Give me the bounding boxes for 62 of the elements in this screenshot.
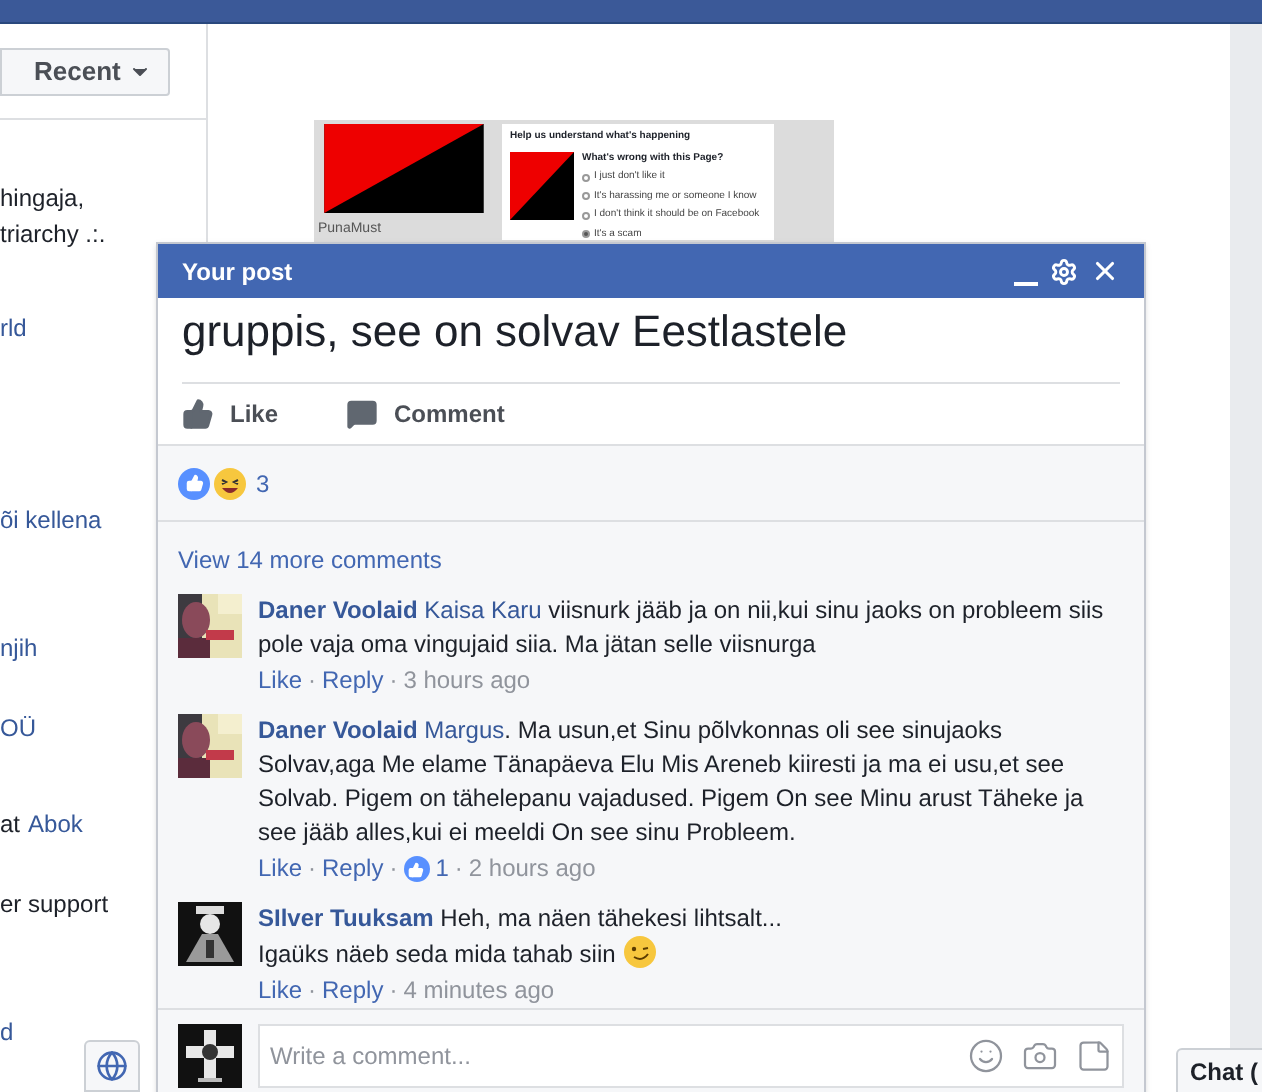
separator-dot: · [389, 664, 398, 698]
separator-dot: · [308, 664, 317, 698]
separator-dot: · [389, 852, 398, 886]
separator-dot: · [389, 974, 398, 1008]
comment-action-link[interactable]: Reply [322, 852, 384, 886]
author-link[interactable]: Daner Voolaid [258, 716, 418, 744]
radio-button[interactable] [582, 173, 590, 182]
settings-button[interactable] [1050, 257, 1078, 285]
profile-link[interactable]: OÜ [0, 710, 36, 746]
comment-action-link[interactable]: Like [258, 974, 303, 1008]
profile-link[interactable]: Abok [28, 806, 83, 842]
like-reaction-icon [403, 856, 430, 882]
profile-link[interactable]: njih [0, 630, 38, 666]
profile-link[interactable]: d [0, 1014, 14, 1050]
comment-time: 4 minutes ago [403, 974, 555, 1008]
comment-field[interactable]: Write a comment... [258, 1024, 1124, 1088]
profile-link[interactable]: rld [0, 310, 27, 346]
globe-button[interactable] [84, 1040, 140, 1092]
emoji-icon[interactable] [968, 1038, 1004, 1074]
speech-bubble-icon [346, 398, 379, 430]
mention-link[interactable]: Kaisa Karu [424, 596, 542, 624]
chat-button[interactable]: Chat ( [1176, 1048, 1262, 1092]
sort-dropdown[interactable]: Recent [0, 47, 171, 95]
close-button[interactable] [1090, 256, 1120, 286]
view-more-comments-link[interactable]: View 14 more comments [178, 542, 442, 578]
post-action-button[interactable]: Like [182, 396, 279, 432]
close-icon [1090, 256, 1120, 286]
radio-button[interactable] [582, 211, 590, 220]
comment-action-link[interactable]: Like [258, 852, 303, 886]
settings-icon [1050, 257, 1078, 285]
comment-time: 2 hours ago [468, 852, 596, 886]
separator-dot: · [454, 852, 463, 886]
comment-action-link[interactable]: Reply [322, 664, 384, 698]
radio-button[interactable] [582, 192, 590, 201]
separator-dot: · [308, 852, 317, 886]
like-reaction-icon [178, 467, 210, 499]
laughing-emoji-icon [214, 467, 246, 499]
comment-text: Daner Voolaid Kaisa Karu viisnurk jääb ja on nii,kui sinu jaoks on probleem siis pole vaja oma vingujaid siia. Ma jätan selle viisnurga [258, 594, 1106, 662]
separator-dot: · [308, 974, 317, 1008]
post-text: gruppis, see on solvav Eestlastele [182, 298, 1120, 384]
comment-text: SIlver Tuuksam Heh, ma näen tähekesi lihtsalt... Igaüks näeb seda mida tahab siin [258, 902, 784, 972]
snippet-text: hingaja, [0, 182, 85, 216]
camera-icon[interactable] [1022, 1038, 1058, 1074]
globe-icon [96, 1050, 128, 1082]
sticker-icon[interactable] [1076, 1038, 1112, 1074]
comment-action-link[interactable]: Like [258, 664, 303, 698]
radio-button[interactable] [582, 230, 590, 239]
reaction-count[interactable]: 3 [256, 465, 270, 501]
window-title: Your post [182, 255, 293, 289]
profile-link[interactable]: õi kellena [0, 502, 102, 538]
post-action-button[interactable]: Comment [346, 396, 505, 432]
snippet-text: er support [0, 888, 109, 922]
thumbs-up-icon [182, 398, 214, 430]
mention-link[interactable]: Margus [424, 716, 505, 744]
author-link[interactable]: Daner Voolaid [258, 596, 418, 624]
comment-time: 3 hours ago [403, 664, 531, 698]
comment-action-link[interactable]: Reply [322, 974, 384, 1008]
snippet-text: at [0, 808, 21, 842]
author-link[interactable]: SIlver Tuuksam [258, 904, 434, 932]
like-count[interactable]: 1 [435, 852, 449, 886]
comment-text: Daner Voolaid Margus. Ma usun,et Sinu põlvkonnas oli see sinujaoks Solvav,aga Me elame Tänapäeva Elu Mis Areneb kiiresti ja ma ei usu,et see Solvab. Pigem on tähelepanu vajadused. Pigem On see Minu arust Täheke ja see jääb alles,kui ei meeldi On see sinu Probleem. [258, 714, 1086, 850]
snippet-text: triarchy .:. [0, 218, 106, 252]
